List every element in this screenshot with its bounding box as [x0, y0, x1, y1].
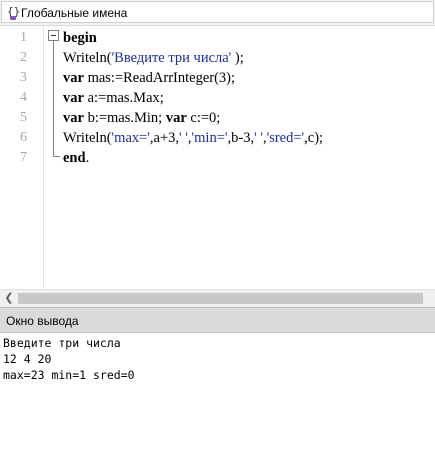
- line-number: 7: [20, 150, 27, 165]
- code-token: b:=mas.Min;: [83, 110, 166, 126]
- keyword-token: end: [63, 150, 86, 166]
- string-token: 'sred=': [266, 130, 305, 146]
- code-token: .: [85, 150, 90, 166]
- fold-guide-line: [53, 40, 54, 157]
- code-token: );: [231, 50, 244, 66]
- scrollbar-thumb[interactable]: [18, 293, 423, 304]
- output-line: max=23 min=1 sred=0: [3, 368, 135, 382]
- fold-guide-end: [53, 156, 60, 157]
- code-line[interactable]: Writeln('max=',a+3,' ','min=',b-3,' ','s…: [63, 128, 323, 148]
- string-token: 'min=': [191, 130, 228, 146]
- keyword-token: var: [63, 70, 84, 86]
- code-token: ,b-3,: [227, 130, 255, 146]
- line-number: 1: [20, 30, 27, 45]
- braces-icon: {}: [7, 5, 21, 20]
- keyword-token: begin: [63, 30, 97, 46]
- scroll-left-icon[interactable]: ❮: [2, 291, 16, 306]
- code-token: ,a+3,: [149, 130, 180, 146]
- horizontal-scrollbar[interactable]: ❮: [0, 289, 435, 307]
- code-line[interactable]: var mas:=ReadArrInteger(3);: [63, 68, 235, 88]
- code-line[interactable]: end.: [63, 148, 89, 168]
- code-token: mas:=ReadArrInteger(3);: [83, 70, 236, 86]
- code-editor[interactable]: begin Writeln('Введите три числа' ); var m…: [0, 26, 435, 289]
- string-token: 'max=': [111, 130, 150, 146]
- code-line[interactable]: Writeln('Введите три числа' );: [63, 48, 244, 68]
- output-panel-header: Окно вывода: [0, 307, 435, 333]
- line-number: 5: [20, 110, 27, 125]
- output-panel-title: Окно вывода: [6, 314, 79, 328]
- keyword-token: var: [63, 110, 84, 126]
- global-names-label: Глобальные имена: [21, 6, 128, 20]
- code-token: a:=mas.Max;: [83, 90, 164, 106]
- line-number: 6: [20, 130, 27, 145]
- code-line[interactable]: var a:=mas.Max;: [63, 88, 164, 108]
- line-number: 2: [20, 50, 27, 65]
- output-line: Введите три числа: [3, 336, 121, 350]
- code-token: ,c);: [304, 130, 324, 146]
- keyword-token: var: [63, 90, 84, 106]
- string-token: ' ': [254, 130, 263, 146]
- line-number: 4: [20, 90, 27, 105]
- keyword-token: var: [165, 110, 187, 126]
- output-line: 12 4 20: [3, 352, 52, 366]
- code-line[interactable]: var b:=mas.Min; var c:=0;: [63, 108, 220, 128]
- string-token: ' ': [179, 130, 188, 146]
- code-token: Writeln(: [63, 50, 112, 66]
- string-token: 'Введите три числа': [111, 50, 232, 66]
- code-line[interactable]: begin: [63, 28, 97, 48]
- code-token: Writeln(: [63, 130, 112, 146]
- global-names-combo[interactable]: {} Глобальные имена: [1, 1, 434, 23]
- toolbar: {} Глобальные имена: [0, 0, 435, 26]
- code-token: c:=0;: [186, 110, 221, 126]
- output-panel[interactable]: Введите три числа 12 4 20 max=23 min=1 s…: [0, 333, 435, 464]
- line-number: 3: [20, 70, 27, 85]
